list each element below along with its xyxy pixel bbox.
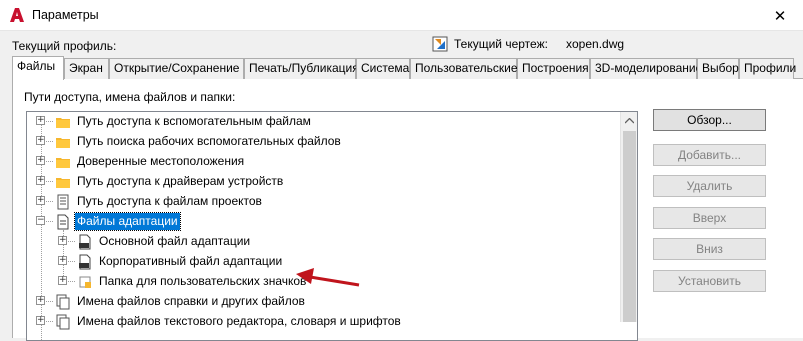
move-up-button[interactable]: Вверх: [653, 207, 766, 229]
scroll-thumb[interactable]: [623, 131, 636, 322]
small-folder-icon: [79, 276, 91, 288]
tab-label: Экран: [69, 61, 103, 75]
tab-label: Пользовательские: [415, 61, 518, 75]
document-icon: [57, 214, 69, 230]
documents-icon: [56, 314, 70, 330]
tab-label: Система: [361, 61, 410, 75]
expand-icon[interactable]: +: [36, 176, 45, 185]
tree-item[interactable]: + Доверенные местоположения: [27, 152, 621, 172]
tab-label: 3D-моделирование: [595, 61, 703, 75]
browse-button[interactable]: Обзор...: [653, 109, 766, 131]
expand-icon[interactable]: +: [36, 196, 45, 205]
tab-label: Выбор: [702, 61, 739, 75]
tree-item[interactable]: + Путь доступа к вспомогательным файлам: [27, 112, 621, 132]
folder-icon: [56, 178, 70, 188]
tab-label: Построения: [522, 61, 589, 75]
tab-label: Файлы: [17, 59, 56, 73]
documents-icon: [56, 294, 70, 310]
expand-icon[interactable]: +: [36, 296, 45, 305]
set-current-button[interactable]: Установить: [653, 270, 766, 292]
tab-label: Открытие/Сохранение: [114, 61, 240, 75]
tree-item-label: Путь доступа к драйверам устройств: [77, 174, 284, 188]
tab-display[interactable]: Экран: [64, 58, 109, 79]
folder-icon: [56, 138, 70, 148]
window-title: Параметры: [32, 8, 99, 22]
tree-item[interactable]: + Путь поиска рабочих вспомогательных фа…: [27, 132, 621, 152]
tree-item-label: Файлы адаптации: [74, 212, 181, 231]
tree-item-selected[interactable]: − Файлы адаптации: [27, 212, 621, 232]
remove-button[interactable]: Удалить: [653, 175, 766, 197]
tree-item[interactable]: + Путь доступа к файлам проектов: [27, 192, 621, 212]
tree-item-label: Корпоративный файл адаптации: [99, 254, 283, 268]
tree-item-label: Путь доступа к файлам проектов: [77, 194, 262, 208]
expand-icon[interactable]: +: [36, 116, 45, 125]
annotation-arrow-icon: [296, 268, 360, 287]
tab-profiles[interactable]: Профили: [739, 58, 797, 79]
tab-system[interactable]: Система: [356, 58, 410, 79]
tab-selection[interactable]: Выбор: [697, 58, 739, 79]
current-drawing-label: Текущий чертеж:: [454, 37, 548, 51]
add-button[interactable]: Добавить...: [653, 144, 766, 166]
tree-item-label: Путь поиска рабочих вспомогательных файл…: [77, 134, 341, 148]
expand-icon[interactable]: +: [58, 276, 67, 285]
expand-icon[interactable]: +: [58, 256, 67, 265]
tree-item-label: Имена файлов справки и других файлов: [77, 294, 305, 308]
collapse-icon[interactable]: −: [36, 216, 45, 225]
tree-item[interactable]: + Имена файлов текстового редактора, сло…: [27, 312, 621, 332]
tree-item[interactable]: + Основной файл адаптации: [27, 232, 621, 252]
tab-3d-modeling[interactable]: 3D-моделирование: [590, 58, 702, 79]
autocad-a-icon: [10, 8, 24, 22]
cui-file-icon: [79, 254, 91, 270]
expand-icon[interactable]: +: [36, 316, 45, 325]
tab-label: Профили: [744, 61, 797, 75]
expand-icon[interactable]: +: [36, 136, 45, 145]
tree-item-label: Путь доступа к вспомогательным файлам: [77, 114, 311, 128]
title-bar: Параметры ✕: [0, 0, 803, 31]
current-drawing-value: xopen.dwg: [566, 37, 625, 51]
tree-scrollbar[interactable]: [620, 112, 637, 322]
close-button[interactable]: ✕: [760, 2, 800, 29]
project-file-icon: [57, 194, 69, 210]
folder-icon: [56, 158, 70, 168]
move-down-button[interactable]: Вниз: [653, 238, 766, 260]
tab-label: Печать/Публикация: [249, 61, 359, 75]
tree-item-label: Папка для пользовательских значков: [99, 274, 307, 288]
tab-files[interactable]: Файлы: [12, 56, 64, 80]
tree-item-label: Имена файлов текстового редактора, слова…: [77, 314, 401, 328]
tab-plot-publish[interactable]: Печать/Публикация: [244, 58, 359, 79]
tree-item[interactable]: + Имена файлов справки и других файлов: [27, 292, 621, 312]
scroll-up-button[interactable]: [621, 112, 638, 129]
current-profile-label: Текущий профиль:: [12, 39, 117, 53]
tab-drafting[interactable]: Построения: [517, 58, 590, 79]
expand-icon[interactable]: +: [36, 156, 45, 165]
tree-item[interactable]: + Путь доступа к драйверам устройств: [27, 172, 621, 192]
tab-user-preferences[interactable]: Пользовательские: [410, 58, 518, 79]
cui-file-icon: [79, 234, 91, 250]
tree-item-label: Доверенные местоположения: [77, 154, 245, 168]
tree-item-label: Основной файл адаптации: [99, 234, 251, 248]
chevron-up-icon: [625, 117, 634, 123]
expand-icon[interactable]: +: [58, 236, 67, 245]
tab-open-save[interactable]: Открытие/Сохранение: [109, 58, 244, 79]
drawing-icon: [432, 36, 448, 52]
close-icon: ✕: [773, 6, 787, 25]
paths-label: Пути доступа, имена файлов и папки:: [24, 90, 236, 104]
paths-tree[interactable]: + Путь доступа к вспомогательным файлам …: [26, 111, 638, 341]
folder-icon: [56, 118, 70, 128]
